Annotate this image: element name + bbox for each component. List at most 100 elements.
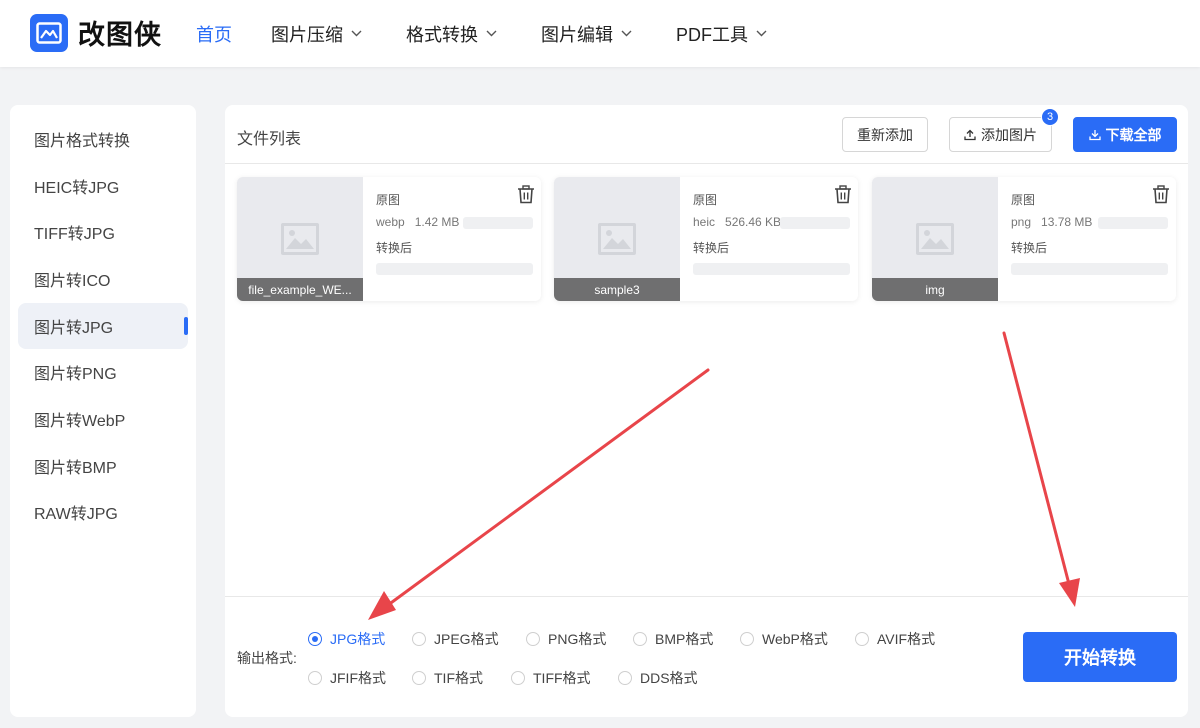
radio-label: AVIF格式 — [877, 631, 936, 647]
sidebar-item-label: RAW转JPG — [34, 506, 118, 523]
file-size: 1.42 MB — [414, 215, 460, 229]
radio-dot — [412, 671, 426, 685]
sidebar-item-label: 图片转ICO — [34, 273, 111, 290]
sidebar-item-image-format-convert[interactable]: 图片格式转换 — [18, 116, 188, 162]
radio-dot — [308, 671, 322, 685]
radio-label: BMP格式 — [655, 631, 714, 647]
nav-image-compress[interactable]: 图片压缩 — [271, 21, 362, 47]
sidebar: 图片格式转换 HEIC转JPG TIFF转JPG 图片转ICO 图片转JPG 图… — [10, 105, 196, 717]
file-name-text: sample3 — [594, 282, 640, 297]
radio-tif[interactable]: TIF格式 — [412, 668, 483, 688]
sidebar-item-image-to-webp[interactable]: 图片转WebP — [18, 396, 188, 442]
nav-home[interactable]: 首页 — [196, 21, 232, 47]
sidebar-item-label: HEIC转JPG — [34, 180, 120, 197]
radio-avif[interactable]: AVIF格式 — [855, 629, 935, 649]
original-placeholder-bar — [463, 217, 533, 229]
original-label: 原图 — [693, 193, 718, 207]
original-placeholder-bar — [1098, 217, 1168, 229]
sidebar-item-label: 图片转JPG — [34, 320, 114, 337]
converted-placeholder-bar — [1011, 263, 1168, 275]
radio-jfif[interactable]: JFIF格式 — [308, 668, 386, 688]
sidebar-item-label: 图片转BMP — [34, 460, 117, 477]
file-card: img 原图 png 13.78 MB 转换后 — [872, 177, 1176, 301]
radio-webp[interactable]: WebP格式 — [740, 629, 828, 649]
file-count-badge: 3 — [1041, 108, 1059, 126]
nav-image-edit-label: 图片编辑 — [541, 24, 613, 45]
sidebar-item-image-to-jpg[interactable]: 图片转JPG — [18, 303, 188, 349]
original-label: 原图 — [376, 193, 401, 207]
sidebar-item-raw-to-jpg[interactable]: RAW转JPG — [18, 489, 188, 535]
radio-dds[interactable]: DDS格式 — [618, 668, 698, 688]
nav-format-convert[interactable]: 格式转换 — [406, 21, 497, 47]
file-name-text: file_example_WE... — [248, 282, 352, 297]
radio-jpg[interactable]: JPG格式 — [308, 629, 385, 649]
nav-pdf-tools-label: PDF工具 — [676, 24, 748, 45]
nav-image-edit[interactable]: 图片编辑 — [541, 21, 632, 47]
file-format: heic — [693, 215, 716, 229]
chevron-down-icon — [351, 30, 362, 37]
logo-icon — [30, 13, 68, 52]
radio-dot — [633, 632, 647, 646]
file-size: 13.78 MB — [1041, 215, 1093, 229]
file-meta: webp 1.42 MB — [376, 215, 459, 229]
file-card: sample3 原图 heic 526.46 KB 转换后 — [554, 177, 858, 301]
sidebar-item-image-to-bmp[interactable]: 图片转BMP — [18, 443, 188, 489]
file-size: 526.46 KB — [725, 215, 782, 229]
file-format: webp — [376, 215, 405, 229]
main-panel: 文件列表 重新添加 添加图片 3 下载全部 file_example_WE...… — [225, 105, 1188, 717]
download-all-button-label: 下载全部 — [1105, 126, 1162, 143]
sidebar-item-tiff-to-jpg[interactable]: TIFF转JPG — [18, 209, 188, 255]
file-name: sample3 — [554, 278, 680, 301]
download-all-button[interactable]: 下载全部 — [1073, 117, 1177, 152]
radio-label: PNG格式 — [548, 631, 607, 647]
sidebar-item-image-to-png[interactable]: 图片转PNG — [18, 349, 188, 395]
add-image-button[interactable]: 添加图片 3 — [949, 108, 1059, 152]
start-convert-button[interactable]: 开始转换 — [1023, 632, 1177, 682]
add-image-button-label: 添加图片 — [981, 126, 1037, 143]
file-meta: png 13.78 MB — [1011, 215, 1092, 229]
options-divider — [225, 596, 1188, 597]
radio-bmp[interactable]: BMP格式 — [633, 629, 713, 649]
chevron-down-icon — [621, 30, 632, 37]
original-label: 原图 — [1011, 193, 1036, 207]
trash-icon[interactable] — [834, 185, 852, 204]
radio-label: TIF格式 — [434, 670, 483, 686]
file-name: img — [872, 278, 998, 301]
sidebar-item-heic-to-jpg[interactable]: HEIC转JPG — [18, 163, 188, 209]
original-placeholder-bar — [780, 217, 850, 229]
converted-label: 转换后 — [693, 241, 730, 255]
logo[interactable]: 改图侠 — [30, 13, 162, 52]
file-thumbnail: file_example_WE... — [237, 177, 363, 301]
radio-dot — [511, 671, 525, 685]
radio-dot — [855, 632, 869, 646]
radio-label: TIFF格式 — [533, 670, 591, 686]
nav-image-compress-label: 图片压缩 — [271, 24, 343, 45]
radio-label: JPEG格式 — [434, 631, 499, 647]
main-nav: 首页 图片压缩 格式转换 图片编辑 PDF工具 — [196, 0, 767, 67]
readd-button[interactable]: 重新添加 — [842, 117, 928, 152]
trash-icon[interactable] — [1152, 185, 1170, 204]
nav-pdf-tools[interactable]: PDF工具 — [676, 21, 767, 47]
nav-home-label: 首页 — [196, 24, 232, 45]
output-format-label: 输出格式: — [237, 650, 297, 666]
sidebar-item-label: TIFF转JPG — [34, 226, 115, 243]
logo-text: 改图侠 — [78, 20, 162, 50]
top-header: 改图侠 首页 图片压缩 格式转换 图片编辑 PDF工具 — [0, 0, 1200, 67]
file-list-title: 文件列表 — [237, 131, 302, 148]
radio-label: WebP格式 — [762, 631, 828, 647]
file-thumbnail: sample3 — [554, 177, 680, 301]
radio-dot — [526, 632, 540, 646]
converted-label: 转换后 — [376, 241, 413, 255]
upload-icon — [964, 129, 976, 140]
sidebar-item-label: 图片格式转换 — [34, 133, 131, 150]
readd-button-label: 重新添加 — [857, 126, 913, 143]
converted-placeholder-bar — [376, 263, 533, 275]
download-icon — [1088, 129, 1101, 140]
trash-icon[interactable] — [517, 185, 535, 204]
radio-jpeg[interactable]: JPEG格式 — [412, 629, 499, 649]
radio-tiff[interactable]: TIFF格式 — [511, 668, 591, 688]
radio-label: DDS格式 — [640, 670, 698, 686]
radio-png[interactable]: PNG格式 — [526, 629, 606, 649]
converted-label: 转换后 — [1011, 241, 1048, 255]
sidebar-item-image-to-ico[interactable]: 图片转ICO — [18, 256, 188, 302]
